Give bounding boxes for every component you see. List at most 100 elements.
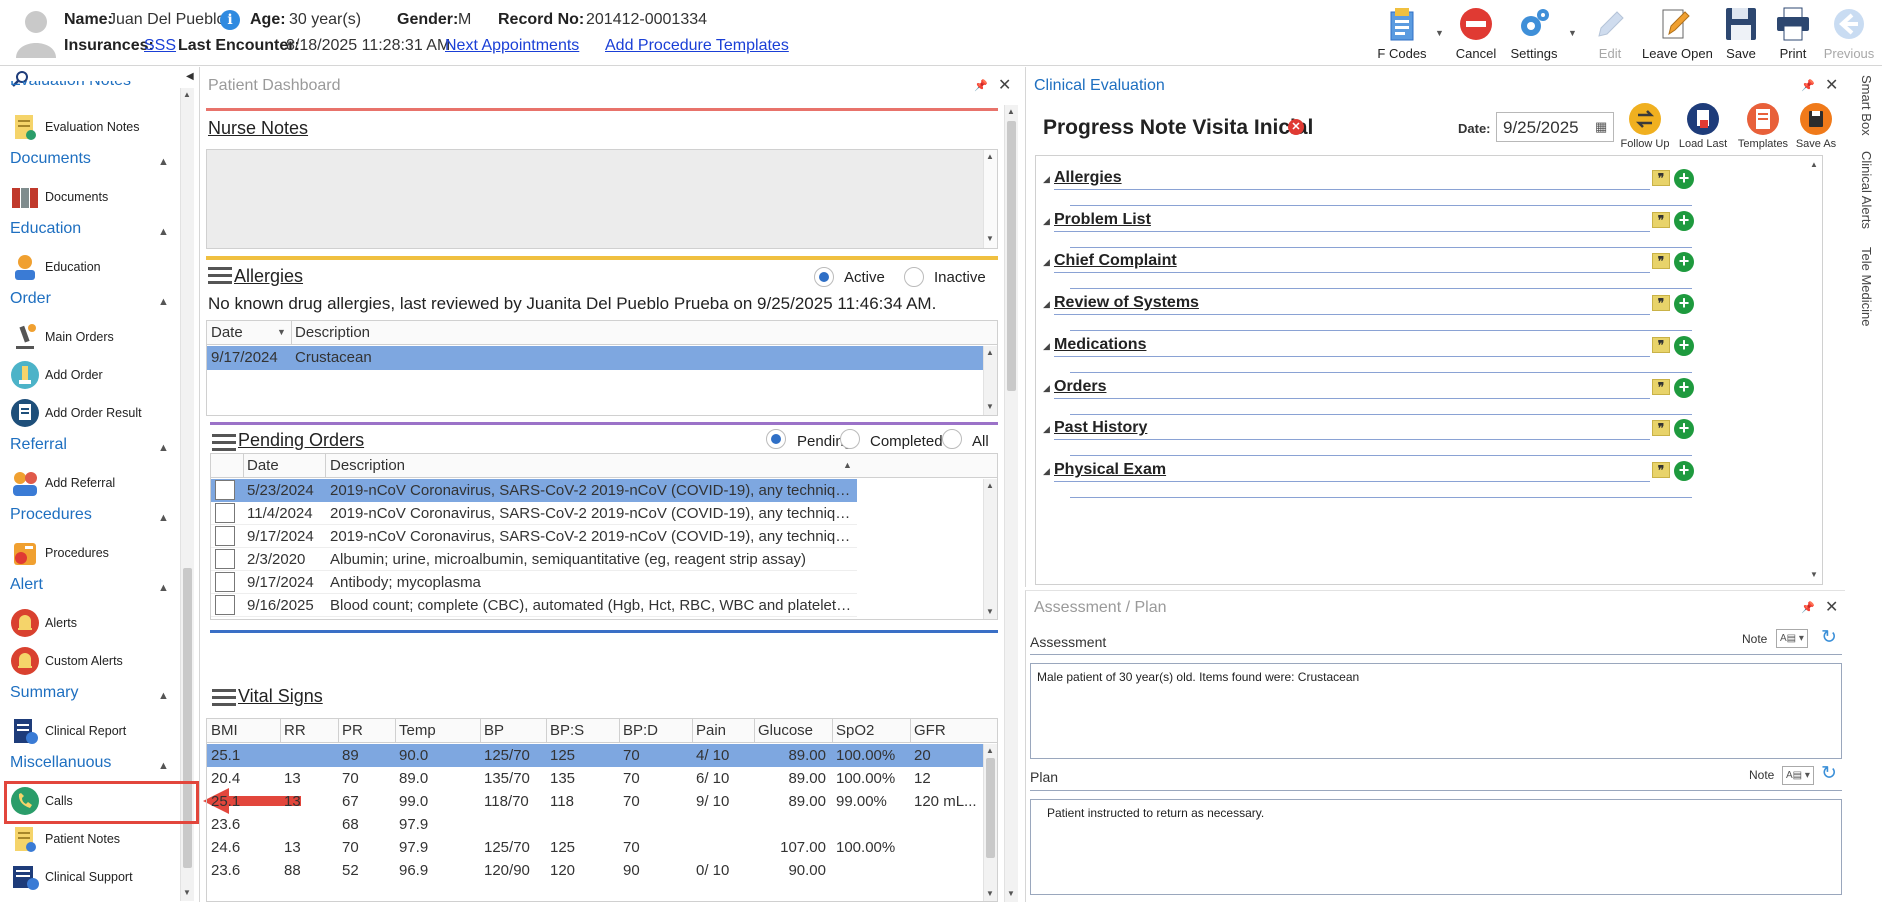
expand-triangle-icon[interactable]: ◢	[1043, 174, 1050, 185]
fcodes-button[interactable]: F Codes	[1372, 4, 1432, 61]
vital-signs-menu-icon[interactable]	[212, 689, 236, 709]
allergies-active-radio[interactable]	[814, 267, 834, 287]
tab-clinical-alerts[interactable]: Clinical Alerts	[1854, 151, 1874, 241]
save-as-button[interactable]: Save As	[1790, 103, 1842, 150]
previous-button[interactable]: Previous	[1818, 4, 1880, 61]
nav-item-main-orders[interactable]: Main Orders	[8, 320, 190, 354]
save-button[interactable]: Save	[1712, 4, 1770, 61]
column-header[interactable]: BP	[484, 722, 504, 739]
column-header-description[interactable]: Description	[295, 324, 370, 341]
table-row[interactable]: 25.1 89 90.0 125/70 125 70 4/ 10 89.00 100.00% 20	[207, 744, 983, 767]
close-icon[interactable]: ✕	[1825, 75, 1838, 95]
expand-triangle-icon[interactable]: ◢	[1043, 466, 1050, 477]
refresh-icon[interactable]: ↻	[1821, 626, 1837, 649]
row-checkbox[interactable]	[215, 526, 235, 546]
nav-item-patient-notes[interactable]: Patient Notes	[8, 822, 190, 856]
nav-item-alerts[interactable]: Alerts	[8, 606, 190, 640]
remove-note-icon[interactable]: ✕	[1288, 119, 1304, 135]
tab-tele-medicine[interactable]: Tele Medicine	[1854, 247, 1874, 337]
pin-icon[interactable]: 📌	[1801, 79, 1815, 92]
note-section[interactable]: ◢ Problem List ❞ +	[1036, 210, 1806, 250]
table-row[interactable]: 25.1 13 67 99.0 118/70 118 70 9/ 10 89.00 99.00% 1…	[207, 790, 983, 813]
row-checkbox[interactable]	[215, 572, 235, 592]
nav-item-add-order-result[interactable]: Add Order Result	[8, 396, 190, 430]
table-row[interactable]: 11/4/2024 2019-nCoV Coronavirus, SARS-Co…	[211, 502, 857, 525]
expand-triangle-icon[interactable]: ◢	[1043, 424, 1050, 435]
next-appointments-link[interactable]: Next Appointments	[445, 37, 579, 55]
column-header[interactable]: Glucose	[758, 722, 813, 739]
note-dropdown[interactable]: A▤ ▾	[1782, 766, 1814, 785]
column-header[interactable]: Temp	[399, 722, 436, 739]
date-picker[interactable]: 9/25/2025 ▦	[1496, 112, 1614, 142]
note-section[interactable]: ◢ Physical Exam ❞ +	[1036, 460, 1806, 500]
column-header[interactable]: PR	[342, 722, 363, 739]
all-radio[interactable]	[942, 429, 962, 449]
assessment-textarea[interactable]: Male patient of 30 year(s) old. Items fo…	[1030, 663, 1842, 759]
quote-icon[interactable]: ❞	[1652, 170, 1670, 186]
chevron-up-icon[interactable]: ▲	[158, 442, 169, 454]
column-header[interactable]: RR	[284, 722, 306, 739]
nav-category-education[interactable]: Education	[10, 220, 81, 238]
completed-radio[interactable]	[840, 429, 860, 449]
quote-icon[interactable]: ❞	[1652, 295, 1670, 312]
nav-category-summary[interactable]: Summary	[10, 684, 78, 702]
nav-item-evaluation-notes[interactable]: Evaluation Notes	[8, 110, 190, 144]
column-header-description[interactable]: Description	[330, 457, 405, 474]
close-icon[interactable]: ✕	[1825, 597, 1838, 617]
allergies-menu-icon[interactable]	[208, 267, 232, 287]
table-row[interactable]: 20.4 13 70 89.0 135/70 135 70 6/ 10 89.00 100.00%…	[207, 767, 983, 790]
nav-category-miscellaneous[interactable]: Miscellanuous	[10, 754, 111, 772]
nav-category-referral[interactable]: Referral	[10, 436, 67, 454]
cancel-button[interactable]: Cancel	[1446, 4, 1506, 61]
settings-button[interactable]: Settings	[1504, 4, 1564, 61]
column-header-date[interactable]: Date	[247, 457, 279, 474]
table-row[interactable]: 9/16/2025 Blood count; complete (CBC), a…	[211, 594, 857, 617]
plan-textarea[interactable]: Patient instructed to return as necessar…	[1030, 799, 1842, 895]
sort-icon[interactable]: ▲	[843, 460, 852, 470]
column-header[interactable]: BMI	[211, 722, 238, 739]
column-header[interactable]: GFR	[914, 722, 946, 739]
chevron-up-icon[interactable]: ▲	[158, 582, 169, 594]
chevron-up-icon[interactable]: ▲	[158, 226, 169, 238]
nav-item-education[interactable]: Education	[8, 250, 190, 284]
refresh-icon[interactable]: ↻	[1821, 762, 1837, 785]
templates-button[interactable]: Templates	[1737, 103, 1789, 150]
dashboard-scrollbar[interactable]: ▲ ▼	[1004, 105, 1018, 902]
nav-item-add-referral[interactable]: Add Referral	[8, 466, 190, 500]
add-icon[interactable]: +	[1674, 335, 1694, 356]
table-row[interactable]: 5/23/2024 2019-nCoV Coronavirus, SARS-Co…	[211, 479, 857, 502]
load-last-button[interactable]: Load Last	[1677, 103, 1729, 150]
column-header[interactable]: BP:D	[623, 722, 658, 739]
add-icon[interactable]: +	[1674, 169, 1694, 189]
note-section[interactable]: ◢ Review of Systems ❞ +	[1036, 293, 1806, 333]
nav-category-alert[interactable]: Alert	[10, 576, 43, 594]
allergies-inactive-radio[interactable]	[904, 267, 924, 287]
note-dropdown[interactable]: A▤ ▾	[1776, 629, 1808, 648]
table-row[interactable]: 9/17/2024 Antibody; mycoplasma	[211, 571, 857, 594]
column-header-date[interactable]: Date	[211, 324, 243, 341]
pin-icon[interactable]: 📌	[1801, 601, 1815, 614]
quote-icon[interactable]: ❞	[1652, 420, 1670, 437]
quote-icon[interactable]: ❞	[1652, 461, 1670, 478]
row-checkbox[interactable]	[215, 480, 235, 500]
pending-radio[interactable]	[766, 429, 786, 449]
note-section[interactable]: ◢ Chief Complaint ❞ +	[1036, 251, 1806, 291]
nav-item-custom-alerts[interactable]: Custom Alerts	[8, 644, 190, 678]
add-procedure-templates-link[interactable]: Add Procedure Templates	[605, 37, 789, 55]
table-row[interactable]: 23.6 68 97.9	[207, 813, 983, 836]
table-row[interactable]: 23.6 88 52 96.9 120/90 120 90 0/ 10 90.00	[207, 859, 983, 882]
expand-triangle-icon[interactable]: ◢	[1043, 341, 1050, 352]
nav-category-order[interactable]: Order	[10, 290, 51, 308]
chevron-up-icon[interactable]: ▲	[158, 512, 169, 524]
add-icon[interactable]: +	[1674, 460, 1694, 481]
nav-category-procedures[interactable]: Procedures	[10, 506, 92, 524]
nurse-notes-textarea[interactable]: ▲ ▼	[206, 149, 998, 249]
nav-item-clinical-report[interactable]: Clinical Report	[8, 714, 190, 748]
info-icon[interactable]: i	[220, 10, 240, 30]
add-icon[interactable]: +	[1674, 210, 1694, 231]
pin-icon[interactable]: 📌	[974, 79, 988, 92]
expand-triangle-icon[interactable]: ◢	[1043, 257, 1050, 268]
chevron-up-icon[interactable]: ▲	[158, 156, 169, 168]
print-button[interactable]: Print	[1764, 4, 1822, 61]
add-icon[interactable]: +	[1674, 419, 1694, 440]
